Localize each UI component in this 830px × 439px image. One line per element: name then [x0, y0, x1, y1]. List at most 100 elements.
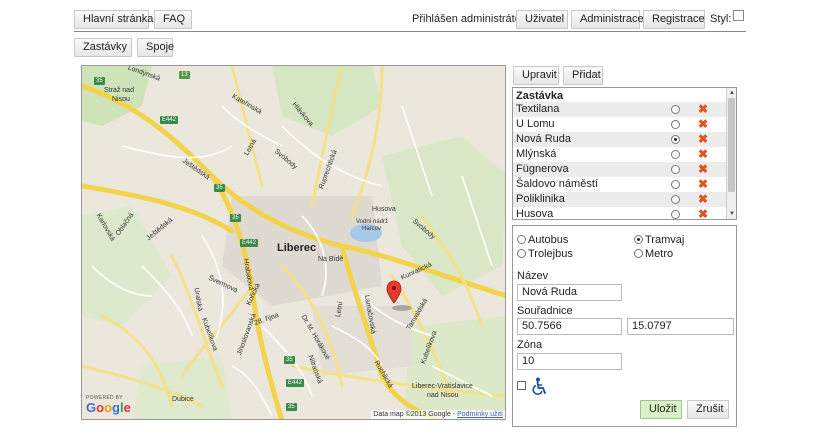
delete-icon[interactable]: ✖	[698, 147, 708, 162]
zone-label: Zóna	[517, 339, 543, 351]
stops-list-header: Zastávka	[516, 90, 564, 102]
type-bus-option[interactable]: Autobus	[517, 234, 568, 246]
type-bus-label: Autobus	[528, 234, 569, 246]
delete-icon[interactable]: ✖	[698, 207, 708, 219]
map-label: Liberec-Vratislavice	[412, 383, 473, 390]
type-tram-radio[interactable]	[634, 235, 643, 244]
map-credit: Data map ©2013 Google - Podmínky užití	[371, 410, 505, 419]
style-label: Styl:	[710, 13, 732, 25]
type-metro-label: Metro	[645, 248, 674, 260]
stop-select-radio[interactable]	[671, 180, 680, 189]
delete-icon[interactable]: ✖	[698, 117, 708, 132]
add-button[interactable]: Přidat	[563, 66, 603, 85]
cancel-button[interactable]: Zrušit	[687, 400, 729, 419]
road-shield: 35	[284, 356, 295, 364]
stop-select-radio[interactable]	[671, 150, 680, 159]
stop-name: Husova	[516, 208, 554, 220]
tab-stops-button[interactable]: Zastávky	[74, 38, 132, 57]
stop-name: Textilana	[516, 103, 560, 115]
map-label: Harcov	[362, 226, 382, 232]
edit-button[interactable]: Upravit	[513, 66, 559, 85]
stop-select-radio[interactable]	[671, 195, 680, 204]
nav-register-button[interactable]: Registrace	[643, 10, 705, 29]
delete-icon[interactable]: ✖	[698, 102, 708, 117]
type-tram-label: Tramvaj	[645, 234, 685, 246]
accessible-checkbox[interactable]	[517, 381, 526, 390]
stop-row[interactable]: Poliklinika ✖	[513, 192, 736, 207]
nav-divider	[74, 31, 746, 32]
map-label: nad Nisou	[427, 392, 459, 399]
type-metro-radio[interactable]	[634, 249, 643, 258]
stop-detail-panel: Autobus Tramvaj Trolejbus Metro Název No…	[512, 225, 737, 427]
map-label: Straž nad	[104, 87, 134, 94]
stop-name: Poliklinika	[516, 193, 565, 205]
stop-row[interactable]: Mlýnská ✖	[513, 147, 736, 162]
road-shield: E442	[160, 116, 179, 124]
map-city-label: Liberec	[277, 242, 317, 254]
type-trolley-label: Trolejbus	[528, 248, 573, 260]
name-field[interactable]: Nová Ruda	[517, 284, 622, 301]
map-credit-text: Data map ©2013 Google -	[373, 411, 456, 418]
scroll-up-icon[interactable]: ▲	[728, 89, 736, 97]
map-label: Husova	[372, 206, 396, 213]
stop-select-radio[interactable]	[671, 135, 680, 144]
map-label: Nisou	[112, 96, 130, 103]
tab-connections-button[interactable]: Spoje	[137, 38, 174, 57]
type-metro-option[interactable]: Metro	[634, 248, 673, 260]
scroll-down-icon[interactable]: ▼	[728, 210, 736, 218]
stops-scrollbar[interactable]: ▲ ▼	[726, 88, 736, 219]
name-label: Název	[517, 270, 549, 282]
stop-name: Nová Ruda	[516, 133, 572, 145]
latitude-field[interactable]: 50.7566	[517, 318, 622, 335]
type-bus-radio[interactable]	[517, 235, 526, 244]
map-terms-link[interactable]: Podmínky užití	[457, 411, 503, 418]
type-tram-option[interactable]: Tramvaj	[634, 234, 684, 246]
map-label: Vodní nádrž	[356, 219, 389, 225]
nav-faq-button[interactable]: FAQ	[154, 10, 192, 29]
stop-row[interactable]: Husova ✖	[513, 207, 736, 220]
stop-name: Šaldovo náměstí	[516, 178, 598, 190]
type-trolley-option[interactable]: Trolejbus	[517, 248, 573, 260]
save-button[interactable]: Uložit	[640, 400, 682, 419]
map-label: Na Bídě	[318, 256, 344, 263]
zone-field[interactable]: 10	[517, 353, 622, 370]
road-shield: E442	[240, 239, 259, 247]
delete-icon[interactable]: ✖	[698, 132, 708, 147]
stop-select-radio[interactable]	[671, 120, 680, 129]
scroll-thumb[interactable]	[728, 98, 735, 192]
wheelchair-icon	[532, 377, 546, 395]
stop-row[interactable]: Fügnerova ✖	[513, 162, 736, 177]
map-label: Dubice	[172, 396, 194, 403]
stop-row[interactable]: Šaldovo náměstí ✖	[513, 177, 736, 192]
stop-row[interactable]: U Lomu ✖	[513, 117, 736, 132]
map-view[interactable]: 35 13 E442 35 35 E442 35 E442 35 Straž n…	[81, 65, 506, 420]
road-shield: 35	[286, 403, 297, 411]
nav-user-button[interactable]: Uživatel	[516, 10, 568, 29]
delete-icon[interactable]: ✖	[698, 162, 708, 177]
nav-home-button[interactable]: Hlavní stránka	[74, 10, 153, 29]
coords-label: Souřadnice	[517, 305, 573, 317]
stop-name: Fügnerova	[516, 163, 569, 175]
nav-admin-button[interactable]: Administrace	[571, 10, 644, 29]
delete-icon[interactable]: ✖	[698, 177, 708, 192]
stop-row[interactable]: Nová Ruda ✖	[513, 132, 736, 147]
stop-name: U Lomu	[516, 118, 555, 130]
road-shield: 35	[94, 77, 105, 85]
stop-select-radio[interactable]	[671, 165, 680, 174]
stop-select-radio[interactable]	[671, 210, 680, 219]
stop-name: Mlýnská	[516, 148, 557, 160]
login-status: Přihlášen administrátor.	[412, 13, 527, 25]
stop-select-radio[interactable]	[671, 105, 680, 114]
road-shield: 35	[230, 214, 241, 222]
longitude-field[interactable]: 15.0797	[627, 318, 734, 335]
road-shield: 35	[214, 184, 225, 192]
style-checkbox[interactable]	[733, 10, 744, 21]
delete-icon[interactable]: ✖	[698, 192, 708, 207]
stops-list[interactable]: Zastávka Textilana ✖ U Lomu ✖ Nová Ruda ✖ Mlýn…	[512, 87, 737, 220]
stop-row[interactable]: Textilana ✖	[513, 102, 736, 117]
stops-rows: Textilana ✖ U Lomu ✖ Nová Ruda ✖ Mlýnská ✖ Fügne…	[513, 102, 736, 220]
road-shield: 13	[179, 71, 190, 79]
road-shield: E442	[286, 379, 305, 387]
google-branding: POWERED BY Google	[86, 395, 131, 414]
type-trolley-radio[interactable]	[517, 249, 526, 258]
